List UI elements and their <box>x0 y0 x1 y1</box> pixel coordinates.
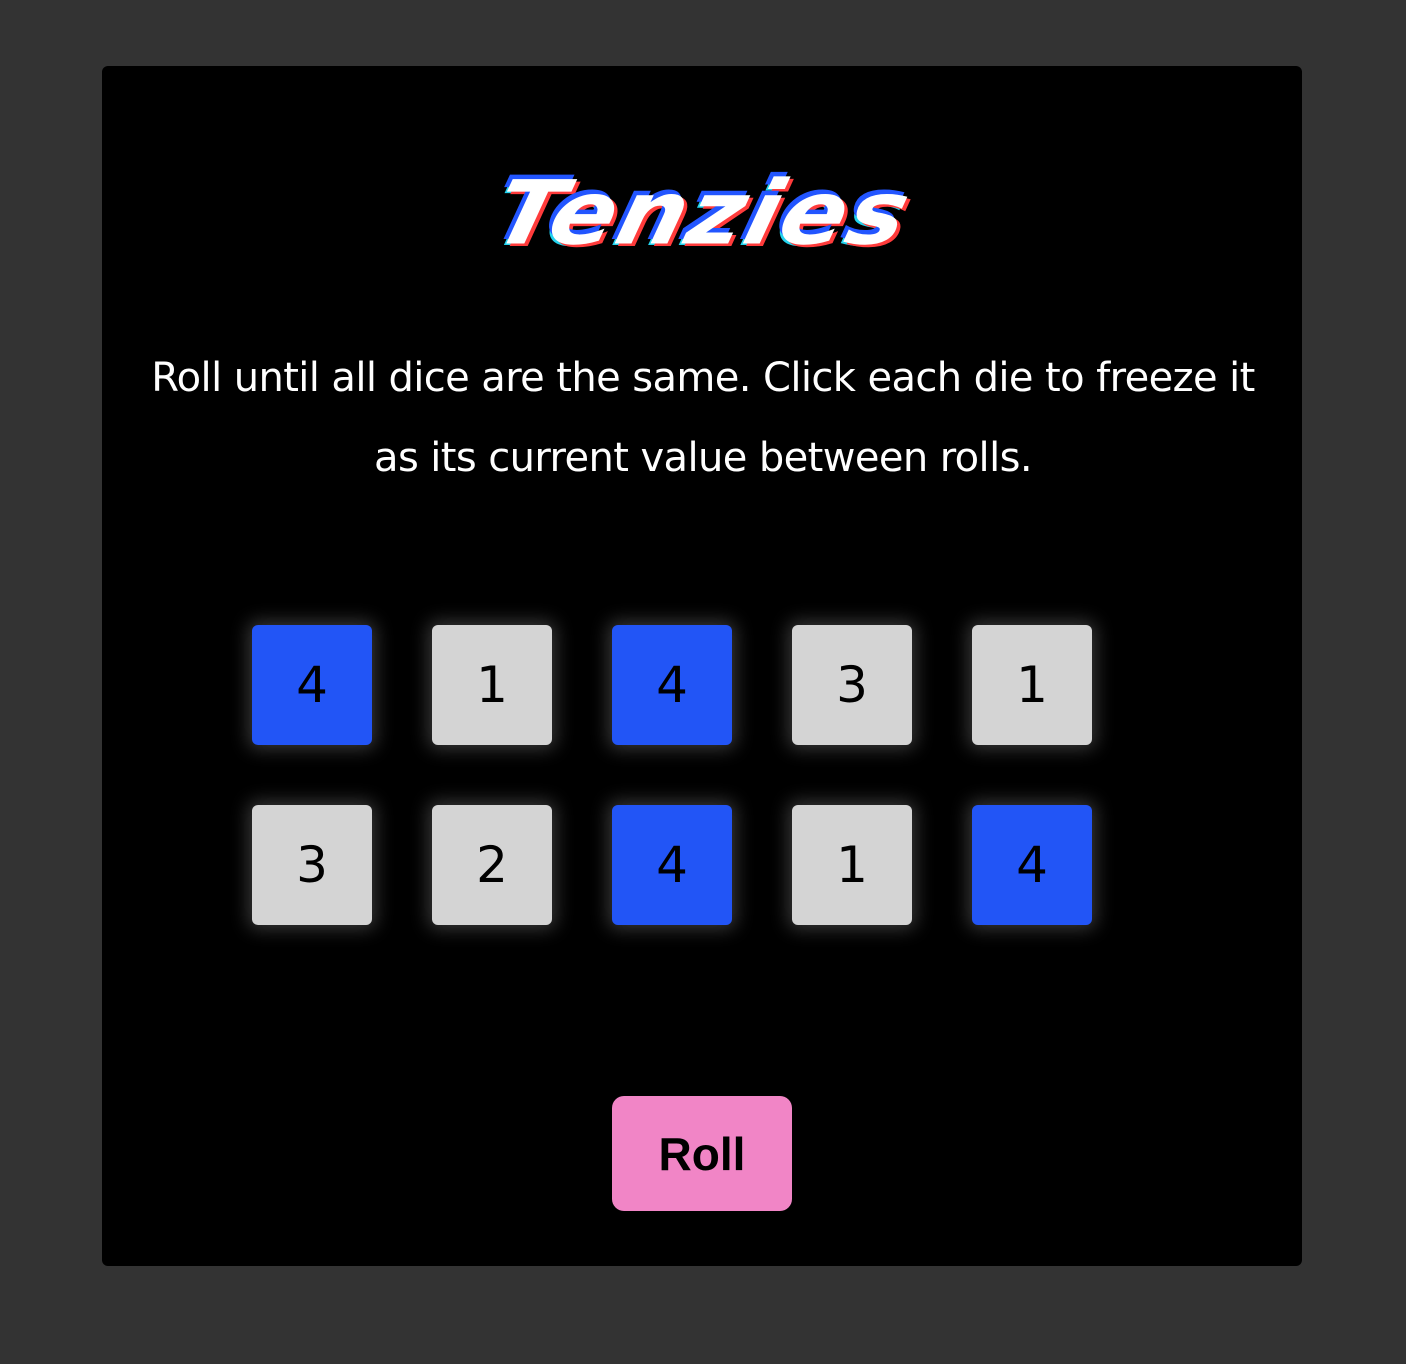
roll-button[interactable]: Roll <box>612 1096 792 1211</box>
die-6[interactable]: 3 <box>252 805 372 925</box>
die-2[interactable]: 1 <box>432 625 552 745</box>
instructions-text: Roll until all dice are the same. Click … <box>151 355 1255 481</box>
die-1[interactable]: 4 <box>252 625 372 745</box>
die-8[interactable]: 4 <box>612 805 732 925</box>
die-10[interactable]: 4 <box>972 805 1092 925</box>
die-5[interactable]: 1 <box>972 625 1092 745</box>
die-7[interactable]: 2 <box>432 805 552 925</box>
die-3[interactable]: 4 <box>612 625 732 745</box>
die-9[interactable]: 1 <box>792 805 912 925</box>
die-4[interactable]: 3 <box>792 625 912 745</box>
dice-grid: 4 1 4 3 1 3 2 4 1 4 <box>252 625 1092 925</box>
